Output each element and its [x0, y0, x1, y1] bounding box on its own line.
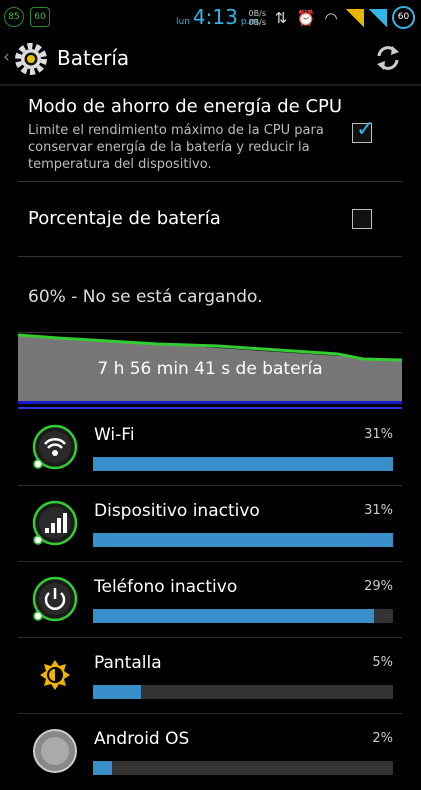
- usage-item-idle-phone[interactable]: Teléfono inactivo 29%: [0, 562, 421, 638]
- usage-name: Android OS: [94, 729, 190, 749]
- status-right-icons: 0B/s 0B/s ⇅ ⏰ ◠ 60: [249, 6, 415, 29]
- divider: [18, 256, 402, 257]
- power-icon: [32, 576, 78, 622]
- battery-history-graph[interactable]: 7 h 56 min 41 s de batería: [18, 333, 402, 401]
- usage-bar: [93, 685, 393, 699]
- usage-bar-fill: [93, 609, 374, 623]
- usage-bar-fill: [93, 457, 393, 471]
- usage-name: Wi-Fi: [94, 425, 135, 445]
- graph-baseline: [18, 401, 402, 409]
- wifi-status-icon: ◠: [324, 8, 338, 27]
- signal-icon: [346, 8, 364, 27]
- battery-percentage-preference[interactable]: Porcentaje de batería: [0, 182, 421, 256]
- usage-name: Pantalla: [94, 653, 162, 673]
- usage-bar-fill: [93, 685, 142, 699]
- cell-signal-icon: [32, 500, 78, 546]
- preference-summary: Limite el rendimiento máximo de la CPU p…: [28, 123, 324, 172]
- page-title: Batería: [57, 46, 130, 70]
- usage-item-android-os[interactable]: Android OS 2%: [0, 714, 421, 790]
- gear-icon[interactable]: [13, 41, 49, 77]
- back-icon[interactable]: ‹: [3, 47, 10, 67]
- check-icon: ✓: [356, 117, 375, 142]
- wifi-icon: [32, 424, 78, 470]
- alarm-icon: ⏰: [296, 8, 316, 27]
- usage-percent: 29%: [364, 579, 393, 594]
- notification-icon: 85: [4, 7, 24, 27]
- status-left-icons: 85 60: [4, 7, 50, 27]
- battery-percentage-checkbox[interactable]: [352, 209, 372, 229]
- battery-remaining-label: 7 h 56 min 41 s de batería: [97, 359, 323, 379]
- status-bar: 85 60 lun 4:13 p.m. 0B/s 0B/s ⇅ ⏰ ◠ 60: [0, 0, 421, 33]
- usage-percent: 31%: [364, 427, 393, 442]
- usage-item-wifi[interactable]: Wi-Fi 31%: [0, 410, 421, 486]
- refresh-icon[interactable]: [373, 43, 403, 73]
- usage-bar-fill: [93, 761, 113, 775]
- usage-name: Dispositivo inactivo: [94, 501, 260, 521]
- status-time: 4:13: [192, 5, 238, 29]
- usage-item-screen[interactable]: Pantalla 5%: [0, 638, 421, 714]
- cpu-saving-preference[interactable]: Modo de ahorro de energía de CPU Limite …: [0, 86, 421, 181]
- usage-bar: [93, 457, 393, 471]
- cpu-saving-checkbox[interactable]: ✓: [352, 119, 374, 143]
- action-bar: ‹ Batería: [0, 33, 421, 84]
- android-icon: [33, 729, 77, 773]
- usage-name: Teléfono inactivo: [94, 577, 238, 597]
- status-day: lun: [176, 17, 190, 27]
- battery-icon: 60: [392, 6, 415, 29]
- battery-status-text: 60% - No se está cargando.: [28, 287, 263, 307]
- preference-title: Porcentaje de batería: [28, 208, 221, 229]
- usage-item-idle-device[interactable]: Dispositivo inactivo 31%: [0, 486, 421, 562]
- usage-percent: 5%: [372, 655, 393, 670]
- usage-bar-fill: [93, 533, 393, 547]
- preference-title: Modo de ahorro de energía de CPU: [28, 96, 343, 117]
- data-transfer-icon: ⇅: [274, 8, 288, 27]
- network-speed: 0B/s 0B/s: [248, 8, 266, 27]
- usage-bar: [93, 533, 393, 547]
- usage-percent: 31%: [364, 503, 393, 518]
- usage-bar: [93, 609, 393, 623]
- notification-icon: 60: [30, 7, 50, 27]
- usage-percent: 2%: [372, 731, 393, 746]
- signal-icon: [369, 8, 387, 27]
- brightness-icon: [40, 660, 70, 690]
- usage-bar: [93, 761, 393, 775]
